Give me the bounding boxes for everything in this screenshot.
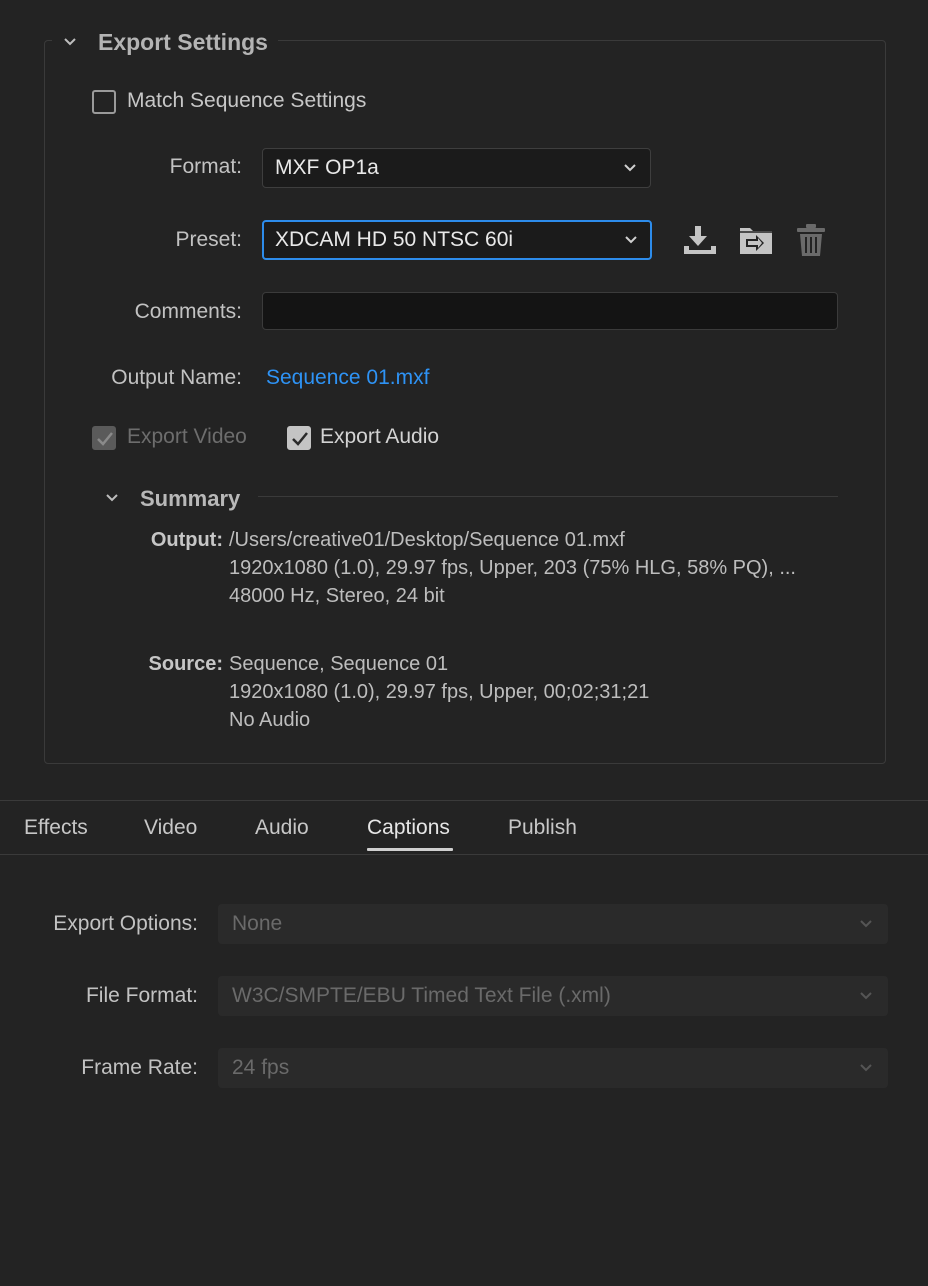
export-options-select[interactable]: None bbox=[218, 904, 888, 944]
format-select[interactable]: MXF OP1a bbox=[262, 148, 651, 188]
export-settings-header[interactable]: Export Settings bbox=[52, 24, 278, 60]
summary-title: Summary bbox=[140, 486, 241, 511]
comments-label: Comments: bbox=[134, 300, 242, 323]
match-sequence-label: Match Sequence Settings bbox=[127, 89, 367, 112]
save-preset-icon[interactable] bbox=[682, 224, 718, 256]
summary-source-line: 1920x1080 (1.0), 29.97 fps, Upper, 00;02… bbox=[229, 681, 650, 703]
checkmark-icon bbox=[97, 432, 113, 446]
output-name-label: Output Name: bbox=[111, 366, 242, 389]
summary-output-line: /Users/creative01/Desktop/Sequence 01.mx… bbox=[229, 529, 625, 551]
chevron-down-icon bbox=[860, 1064, 872, 1072]
delete-preset-icon[interactable] bbox=[794, 222, 828, 258]
export-options-value: None bbox=[232, 912, 283, 935]
summary-source-key: Source: bbox=[148, 653, 223, 675]
chevron-down-icon bbox=[860, 920, 872, 928]
tab-publish[interactable]: Publish bbox=[508, 816, 577, 840]
file-format-label: File Format: bbox=[85, 984, 198, 1007]
frame-rate-select[interactable]: 24 fps bbox=[218, 1048, 888, 1088]
export-audio-label: Export Audio bbox=[320, 425, 440, 448]
preset-label: Preset: bbox=[175, 228, 242, 251]
format-value: MXF OP1a bbox=[275, 156, 379, 179]
summary-output-line: 48000 Hz, Stereo, 24 bit bbox=[229, 585, 445, 607]
active-tab-indicator bbox=[367, 848, 453, 851]
export-video-label: Export Video bbox=[127, 425, 247, 448]
tab-audio[interactable]: Audio bbox=[255, 816, 309, 840]
import-preset-icon[interactable] bbox=[738, 224, 774, 256]
summary-source-line: No Audio bbox=[229, 709, 311, 731]
chevron-down-icon bbox=[860, 992, 872, 1000]
format-label: Format: bbox=[169, 155, 242, 178]
checkmark-icon bbox=[292, 432, 308, 446]
tab-captions[interactable]: Captions bbox=[367, 816, 450, 840]
match-sequence-checkbox[interactable] bbox=[92, 90, 116, 114]
chevron-down-icon bbox=[624, 164, 636, 172]
chevron-down-icon bbox=[625, 236, 637, 244]
file-format-value: W3C/SMPTE/EBU Timed Text File (.xml) bbox=[232, 984, 611, 1007]
preset-value: XDCAM HD 50 NTSC 60i bbox=[275, 228, 514, 251]
output-name-link[interactable]: Sequence 01.mxf bbox=[266, 366, 429, 390]
summary-source-line: Sequence, Sequence 01 bbox=[229, 653, 449, 675]
file-format-select[interactable]: W3C/SMPTE/EBU Timed Text File (.xml) bbox=[218, 976, 888, 1016]
tabs-bottom-divider bbox=[0, 854, 928, 855]
chevron-down-icon[interactable] bbox=[62, 34, 78, 50]
preset-select[interactable]: XDCAM HD 50 NTSC 60i bbox=[262, 220, 652, 260]
tab-video[interactable]: Video bbox=[144, 816, 197, 840]
summary-output-key: Output: bbox=[150, 529, 223, 551]
export-options-label: Export Options: bbox=[53, 912, 198, 935]
export-audio-checkbox[interactable] bbox=[287, 426, 311, 450]
export-video-checkbox[interactable] bbox=[92, 426, 116, 450]
summary-divider bbox=[258, 496, 838, 497]
tabs-top-divider bbox=[0, 800, 928, 801]
frame-rate-value: 24 fps bbox=[232, 1056, 290, 1079]
tab-effects[interactable]: Effects bbox=[24, 816, 88, 840]
chevron-down-icon[interactable] bbox=[104, 490, 120, 506]
frame-rate-label: Frame Rate: bbox=[81, 1056, 198, 1079]
summary-output-line: 1920x1080 (1.0), 29.97 fps, Upper, 203 (… bbox=[229, 557, 796, 579]
comments-input[interactable] bbox=[262, 292, 838, 330]
export-settings-title: Export Settings bbox=[98, 28, 268, 55]
